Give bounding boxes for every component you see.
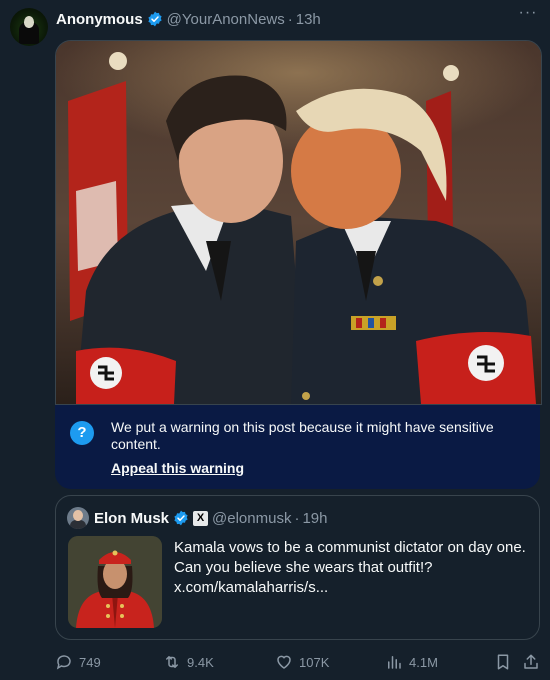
quoted-post-text: Kamala vows to be a communist dictator o… xyxy=(174,539,526,596)
reply-icon xyxy=(56,655,71,670)
separator-dot: · xyxy=(287,10,293,28)
sensitive-content-warning: ? We put a warning on this post because … xyxy=(55,405,540,489)
repost-count: 9.4K xyxy=(187,654,214,670)
avatar-mask xyxy=(24,16,34,28)
author-name[interactable]: Anonymous xyxy=(56,11,143,28)
verified-badge-icon xyxy=(148,11,162,27)
quoted-post[interactable]: Elon Musk X @elonmusk · 19h Kamala vows … xyxy=(55,495,540,640)
bookmark-icon xyxy=(497,654,509,670)
post-actions-bar: 749 9.4K 107K 4.1M xyxy=(55,652,540,672)
bookmark-button[interactable] xyxy=(494,652,518,672)
quoted-post-thumbnail[interactable] xyxy=(68,536,162,628)
share-icon xyxy=(524,654,538,669)
like-button[interactable]: 107K xyxy=(275,652,329,672)
avatar-head xyxy=(73,510,83,521)
share-button[interactable] xyxy=(522,652,546,672)
separator-dot: · xyxy=(294,509,300,527)
post-time[interactable]: 13h xyxy=(296,11,321,28)
quoted-post-time[interactable]: 19h xyxy=(302,510,327,527)
reply-count: 749 xyxy=(79,654,101,670)
more-options-icon[interactable]: ··· xyxy=(518,5,538,23)
quoted-author-avatar[interactable] xyxy=(67,507,89,529)
quoted-author-handle[interactable]: @elonmusk xyxy=(212,510,291,527)
verified-badge-icon xyxy=(174,510,188,526)
quoted-author-name[interactable]: Elon Musk xyxy=(94,510,169,527)
author-avatar[interactable] xyxy=(10,8,48,46)
repost-button[interactable]: 9.4K xyxy=(163,652,214,672)
info-icon: ? xyxy=(70,421,94,445)
avatar-body xyxy=(70,520,86,529)
author-handle[interactable]: @YourAnonNews xyxy=(167,11,285,28)
thumbnail-illustration xyxy=(68,536,162,628)
views-chart-icon xyxy=(388,656,401,669)
views-button[interactable]: 4.1M xyxy=(385,652,438,672)
appeal-warning-link[interactable]: Appeal this warning xyxy=(111,460,244,476)
post-header: Anonymous @YourAnonNews · 13h xyxy=(56,9,536,29)
reply-button[interactable]: 749 xyxy=(55,652,101,672)
post-image[interactable] xyxy=(55,40,542,405)
heart-icon xyxy=(277,655,291,669)
view-count: 4.1M xyxy=(409,654,438,670)
like-count: 107K xyxy=(299,654,330,670)
x-affiliation-badge-icon: X xyxy=(193,510,209,526)
repost-icon xyxy=(166,656,178,668)
warning-text: We put a warning on this post because it… xyxy=(111,419,494,452)
quoted-post-header: Elon Musk X @elonmusk · 19h xyxy=(94,508,327,528)
post-image-illustration xyxy=(56,41,541,404)
